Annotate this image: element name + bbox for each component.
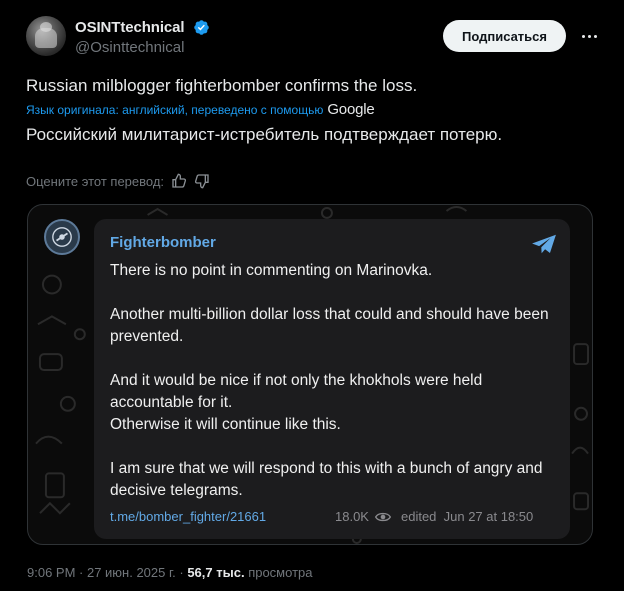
shield-icon xyxy=(52,227,72,247)
tweet-timestamp[interactable]: 9:06 PM · 27 июн. 2025 г. · xyxy=(27,565,184,580)
translation-note-label[interactable]: Язык оригинала: английский, переведено с… xyxy=(26,103,323,117)
telegram-message: Fighterbomber There is no point in comme… xyxy=(94,219,570,539)
author-name[interactable]: OSINTtechnical xyxy=(75,19,185,36)
thumbs-up-icon[interactable] xyxy=(171,173,187,189)
telegram-plane-icon xyxy=(532,234,556,254)
google-logo: Google xyxy=(327,101,375,118)
rate-translation: Оцените этот перевод: xyxy=(26,173,210,189)
telegram-message-text: There is no point in commenting on Marin… xyxy=(110,260,560,502)
eye-icon xyxy=(374,512,391,521)
tweet: OSINTtechnical @Osinttechnical Подписать… xyxy=(0,0,624,591)
telegram-post-link: t.me/bomber_fighter/21661 xyxy=(110,509,267,524)
message-paragraph: Another multi-billion dollar loss that c… xyxy=(110,306,549,345)
author-handle[interactable]: @Osinttechnical xyxy=(75,39,184,56)
media-image[interactable]: Fighterbomber There is no point in comme… xyxy=(27,204,593,545)
translation-note: Язык оригинала: английский, переведено с… xyxy=(26,101,375,118)
message-paragraph: I am sure that we will respond to this w… xyxy=(110,460,543,499)
tweet-view-label: просмотра xyxy=(248,565,313,580)
thumbs-down-icon[interactable] xyxy=(194,173,210,189)
rate-translation-label: Оцените этот перевод: xyxy=(26,173,165,189)
verified-badge-icon xyxy=(194,20,209,35)
more-options-icon[interactable] xyxy=(578,26,600,46)
telegram-edited-time: edited Jun 27 at 18:50 xyxy=(400,509,534,524)
tweet-original-text: Russian milblogger fighterbomber confirm… xyxy=(26,76,418,95)
tweet-footer: 9:06 PM · 27 июн. 2025 г. · 56,7 тыс. пр… xyxy=(27,565,312,580)
message-paragraph: And it would be nice if not only the kho… xyxy=(110,372,483,433)
telegram-channel-name: Fighterbomber xyxy=(110,234,216,251)
channel-avatar xyxy=(44,219,80,255)
author-avatar[interactable] xyxy=(26,16,66,56)
tweet-translated-text: Российский милитарист-истребитель подтве… xyxy=(26,125,503,144)
message-paragraph: There is no point in commenting on Marin… xyxy=(110,262,433,279)
follow-button[interactable]: Подписаться xyxy=(443,20,566,52)
tweet-view-count: 56,7 тыс. xyxy=(187,565,245,580)
telegram-views: 18.0K xyxy=(335,509,369,524)
telegram-post-meta: 18.0K edited Jun 27 at 18:50 xyxy=(335,509,533,524)
